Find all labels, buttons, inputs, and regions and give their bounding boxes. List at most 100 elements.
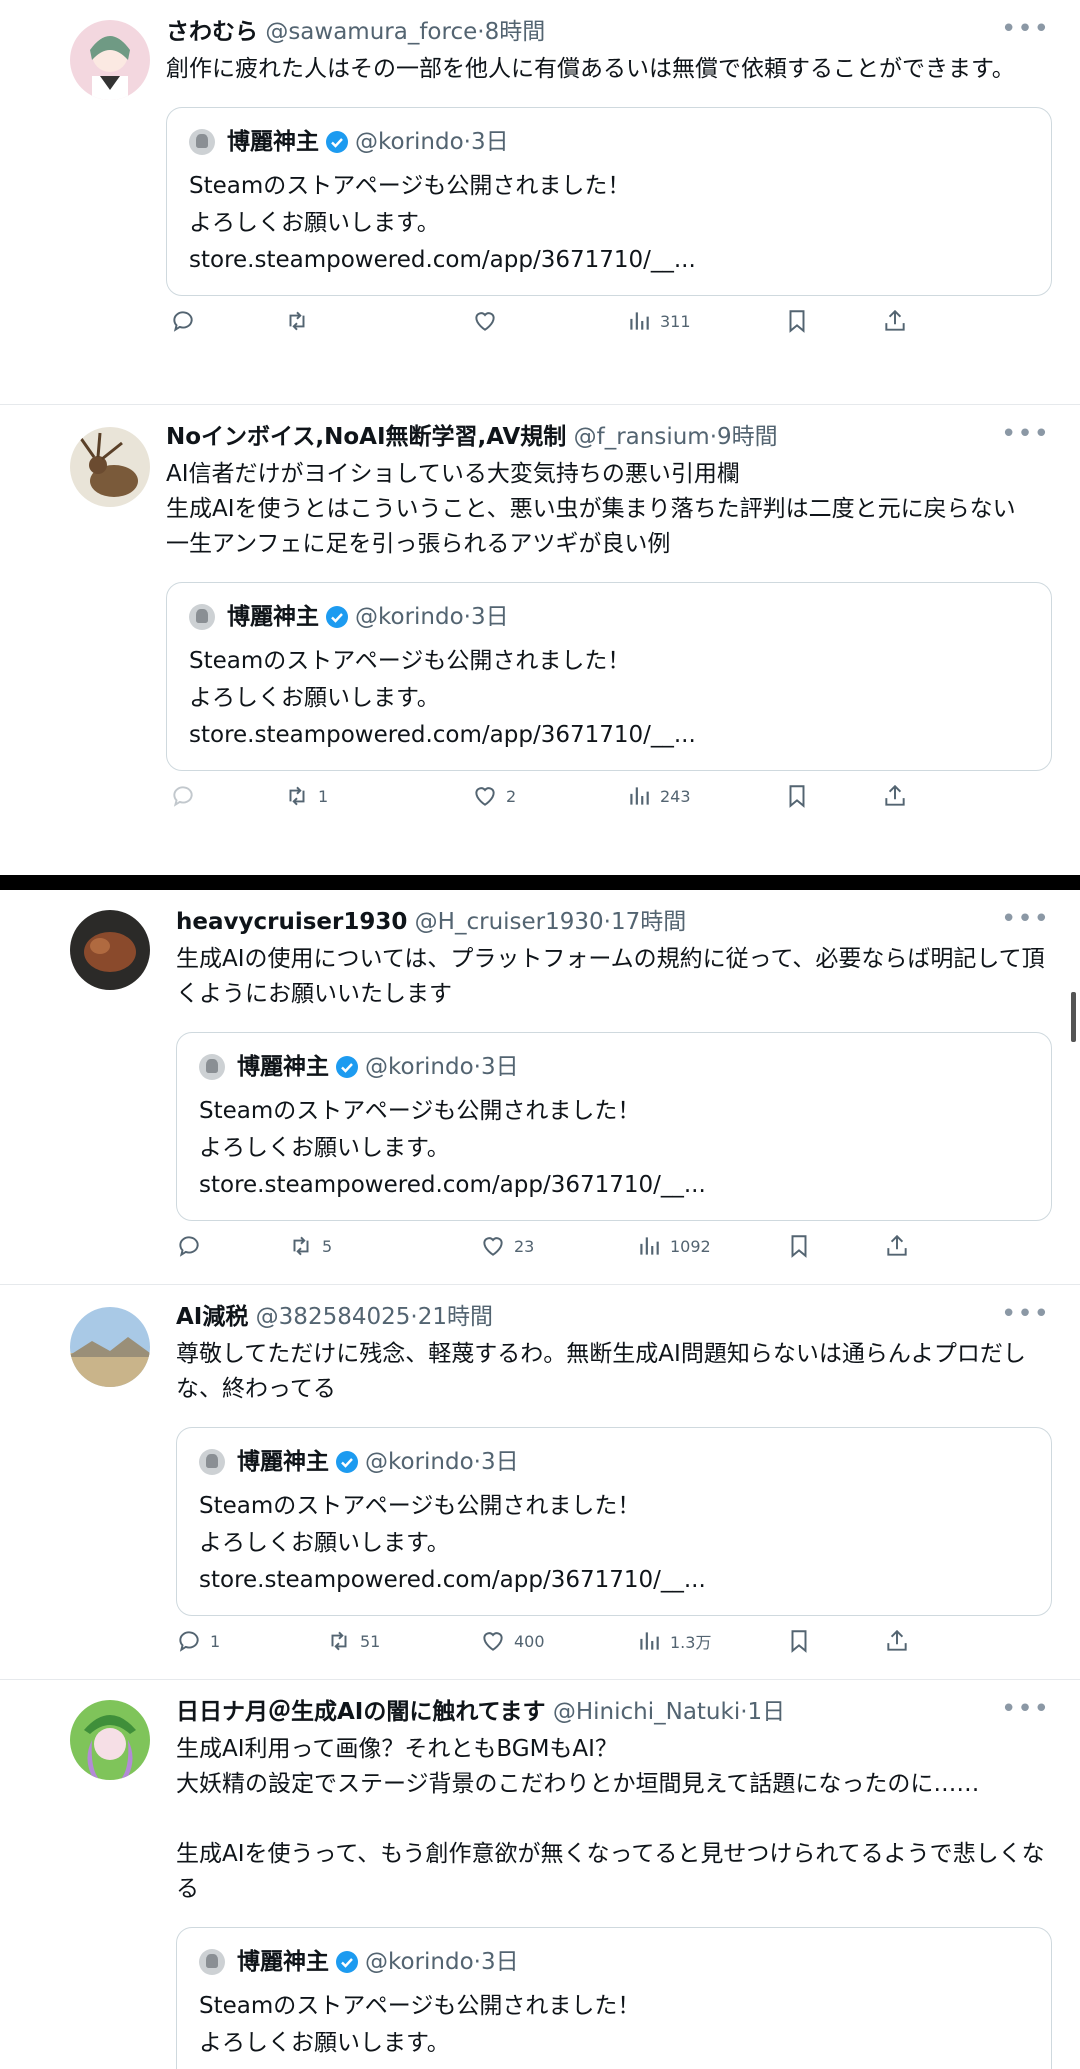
bookmark-button[interactable] [786,1628,812,1654]
author-name[interactable]: Noインボイス,NoAI無断学習,AV規制 [166,424,566,450]
bookmark-button[interactable] [784,783,810,809]
share-button[interactable] [882,308,908,334]
share-icon [887,1234,907,1256]
quoted-author-name: 博麗神主 [227,604,319,630]
avatar[interactable] [70,427,150,507]
quoted-tweet[interactable]: 博麗神主 @korindo · 3日 Steamのストアページも公開されました！ よ… [176,1427,1052,1616]
timeline-section-top: さわむら @sawamura_force·8時間 創作に疲れた人はその一部を他人… [0,0,1080,875]
timestamp[interactable]: 8時間 [485,19,546,45]
author-handle[interactable]: @382584025 [256,1304,411,1330]
author-name[interactable]: さわむら [166,19,258,45]
quoted-tweet[interactable]: 博麗神主 @korindo · 3日 Steamのストアページも公開されました！ よ… [176,1927,1052,2069]
tweet[interactable]: さわむら @sawamura_force·8時間 創作に疲れた人はその一部を他人… [0,0,1080,405]
heart-icon [475,787,495,806]
author-handle[interactable]: @Hinichi_Natuki [553,1699,740,1725]
like-button[interactable]: 2 [472,783,516,809]
share-button[interactable] [882,783,908,809]
quoted-author-name: 博麗神主 [237,1449,329,1475]
retweet-button[interactable] [284,308,318,334]
heart-icon [475,312,495,331]
timeline-section-bottom: heavycruiser1930 @H_cruiser1930·17時間 生成A… [0,890,1080,2069]
reply-button[interactable] [170,783,204,809]
like-button[interactable]: 23 [480,1233,534,1259]
quoted-tweet[interactable]: 博麗神主 @korindo · 3日 Steamのストアページも公開されました！ よ… [166,582,1052,771]
retweet-button[interactable]: 5 [288,1233,332,1259]
action-bar: 1 51 400 1.3万 [176,1628,1052,1668]
quoted-text: Steamのストアページも公開されました！ よろしくお願いします。 store.… [199,1098,706,1198]
bookmark-button[interactable] [786,1233,812,1259]
tweet[interactable]: 日日ナ月＠生成AIの闇に触れてます @Hinichi_Natuki·1日 生成A… [0,1680,1080,2069]
reply-icon [173,786,193,807]
avatar[interactable] [70,1307,150,1387]
views-button[interactable]: 1092 [636,1233,711,1259]
quoted-text: Steamのストアページも公開されました！ よろしくお願いします。 store.… [199,1493,706,1593]
tweet[interactable]: heavycruiser1930 @H_cruiser1930·17時間 生成A… [0,890,1080,1285]
quoted-avatar [189,129,215,155]
more-icon[interactable]: ••• [1001,904,1050,934]
quoted-avatar [199,1449,225,1475]
like-button[interactable] [472,308,506,334]
author-name[interactable]: AI減税 [176,1304,248,1330]
action-bar: 311 [166,308,1052,348]
timestamp[interactable]: 17時間 [611,909,686,935]
verified-badge-icon [336,1056,358,1078]
views-button[interactable]: 243 [626,783,691,809]
reply-button[interactable]: 1 [176,1628,220,1654]
avatar[interactable] [70,1700,150,1780]
view-count: 311 [660,311,691,331]
quoted-author-name: 博麗神主 [227,129,319,155]
reply-button[interactable] [170,308,204,334]
tweet-text: AI信者だけがヨイショしている大変気持ちの悪い引用欄 生成AIを使うとはこういう… [166,461,1016,557]
quoted-timestamp: 3日 [480,1449,519,1475]
tweet[interactable]: Noインボイス,NoAI無断学習,AV規制 @f_ransium·9時間 AI信… [0,405,1080,875]
timestamp[interactable]: 21時間 [418,1304,493,1330]
quoted-avatar [189,604,215,630]
bookmark-icon [789,785,805,808]
quoted-timestamp: 3日 [480,1054,519,1080]
quoted-avatar [199,1054,225,1080]
view-count: 1.3万 [670,1633,712,1652]
views-button[interactable]: 1.3万 [636,1628,711,1654]
heart-icon [483,1632,503,1651]
more-icon[interactable]: ••• [1001,419,1050,449]
quoted-author-handle: @korindo [355,129,464,155]
author-handle[interactable]: @H_cruiser1930 [415,909,604,935]
tweet-text: 生成AIの使用については、プラットフォームの規約に従って、必要ならば明記して頂く… [176,946,1045,1007]
view-count: 243 [660,786,691,806]
views-button[interactable]: 311 [626,308,691,334]
timestamp[interactable]: 1日 [748,1699,786,1725]
tweet-header: AI減税 @382584025·21時間 [176,1304,493,1330]
scrollbar-thumb[interactable] [1071,992,1076,1042]
view-count: 1092 [670,1236,711,1256]
avatar[interactable] [70,20,150,100]
retweet-count: 5 [322,1236,333,1256]
avatar[interactable] [70,910,150,990]
reply-icon [179,1631,199,1652]
quoted-tweet[interactable]: 博麗神主 @korindo · 3日 Steamのストアページも公開されました！ よ… [176,1032,1052,1221]
bookmark-button[interactable] [784,308,810,334]
reply-button[interactable] [176,1233,210,1259]
quoted-tweet[interactable]: 博麗神主 @korindo · 3日 Steamのストアページも公開されました！ よ… [166,107,1052,296]
reply-icon [179,1236,199,1257]
views-icon [630,787,649,805]
retweet-button[interactable]: 1 [284,783,328,809]
author-name[interactable]: 日日ナ月＠生成AIの闇に触れてます [176,1699,546,1725]
like-count: 400 [514,1631,545,1651]
share-button[interactable] [884,1628,910,1654]
bookmark-icon [791,1630,807,1653]
author-handle[interactable]: @f_ransium [574,424,710,450]
quoted-timestamp: 3日 [480,1949,519,1975]
tweet-text: 尊敬してただけに残念、軽蔑するわ。無断生成AI問題知らないは通らんよプロだしな、… [176,1341,1026,1402]
more-icon[interactable]: ••• [1001,1694,1050,1724]
timestamp[interactable]: 9時間 [717,424,778,450]
retweet-button[interactable]: 51 [326,1628,380,1654]
author-handle[interactable]: @sawamura_force [265,19,477,45]
like-button[interactable]: 400 [480,1628,545,1654]
author-name[interactable]: heavycruiser1930 [176,909,407,935]
more-icon[interactable]: ••• [1001,1299,1050,1329]
more-icon[interactable]: ••• [1001,14,1050,44]
tweet[interactable]: AI減税 @382584025·21時間 尊敬してただけに残念、軽蔑するわ。無断… [0,1285,1080,1680]
like-count: 2 [506,786,517,806]
retweet-count: 51 [360,1631,381,1651]
share-button[interactable] [884,1233,910,1259]
